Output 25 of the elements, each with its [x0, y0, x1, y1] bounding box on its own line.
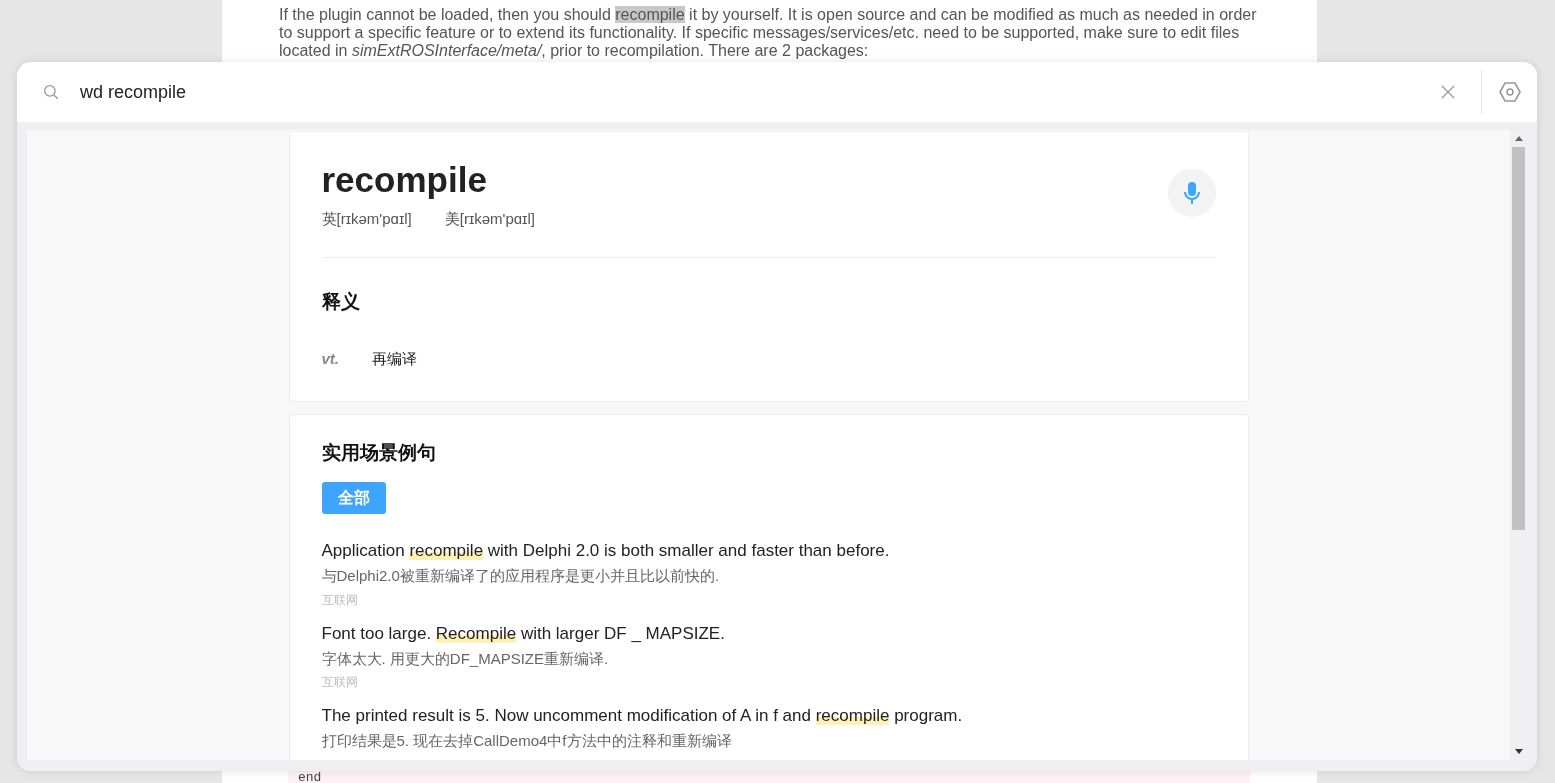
close-icon[interactable] — [1441, 85, 1455, 99]
headword: recompile — [321, 159, 488, 201]
search-field[interactable]: wd recompile — [80, 78, 1433, 106]
example-source: 互联网 — [321, 591, 359, 609]
example-source: 互联网 — [321, 674, 359, 691]
example-sentence: Font too large. Recompile with larger DF _ MAPSIZE. — [321, 622, 726, 645]
part-of-speech: vt. — [321, 349, 340, 369]
example-translation: 与Delphi2.0被重新编译了的应用程序是更小并且比以前快的. — [321, 566, 721, 586]
scroll-down-icon[interactable] — [1514, 749, 1523, 754]
scroll-up-icon[interactable] — [1514, 136, 1523, 141]
search-icon — [42, 83, 60, 101]
example-translation: 字体太大. 用更大的DF_MAPSIZE重新编译. — [321, 648, 610, 669]
pronounce-button[interactable] — [1167, 169, 1216, 217]
microphone-icon — [1182, 182, 1201, 204]
phonetic: 美[rɪkəm'pɑɪl] — [444, 209, 535, 229]
scrollbar-thumb[interactable] — [1512, 147, 1525, 530]
meaning: 再编译 — [371, 349, 417, 369]
section-title: 实用场景例句 — [321, 440, 437, 465]
section-title: 释义 — [321, 289, 361, 314]
settings-icon[interactable] — [1498, 80, 1522, 104]
example-translation: 打印结果是5. 现在去掉CallDemo4中f方法中的注释和重新编译 — [321, 731, 733, 751]
article-paragraph: If the plugin cannot be loaded, then you should recompile it by yourself. It is open source and can be modified as much as needed in order to support a specific feature or to extend its functionality. If specific messages/services/etc. need to be supported, make sure to edit files located in simExtROSInterface/meta/, prior to recompilation. There are 2 packages: — [279, 5, 1258, 60]
example-sentence: Application recompile with Delphi 2.0 is both smaller and faster than before. — [321, 540, 891, 562]
example-sentence: The printed result is 5. Now uncomment modification of A in f and recompile program. — [321, 705, 964, 727]
phonetic: 英[rɪkəm'pɑɪl] — [321, 209, 412, 229]
